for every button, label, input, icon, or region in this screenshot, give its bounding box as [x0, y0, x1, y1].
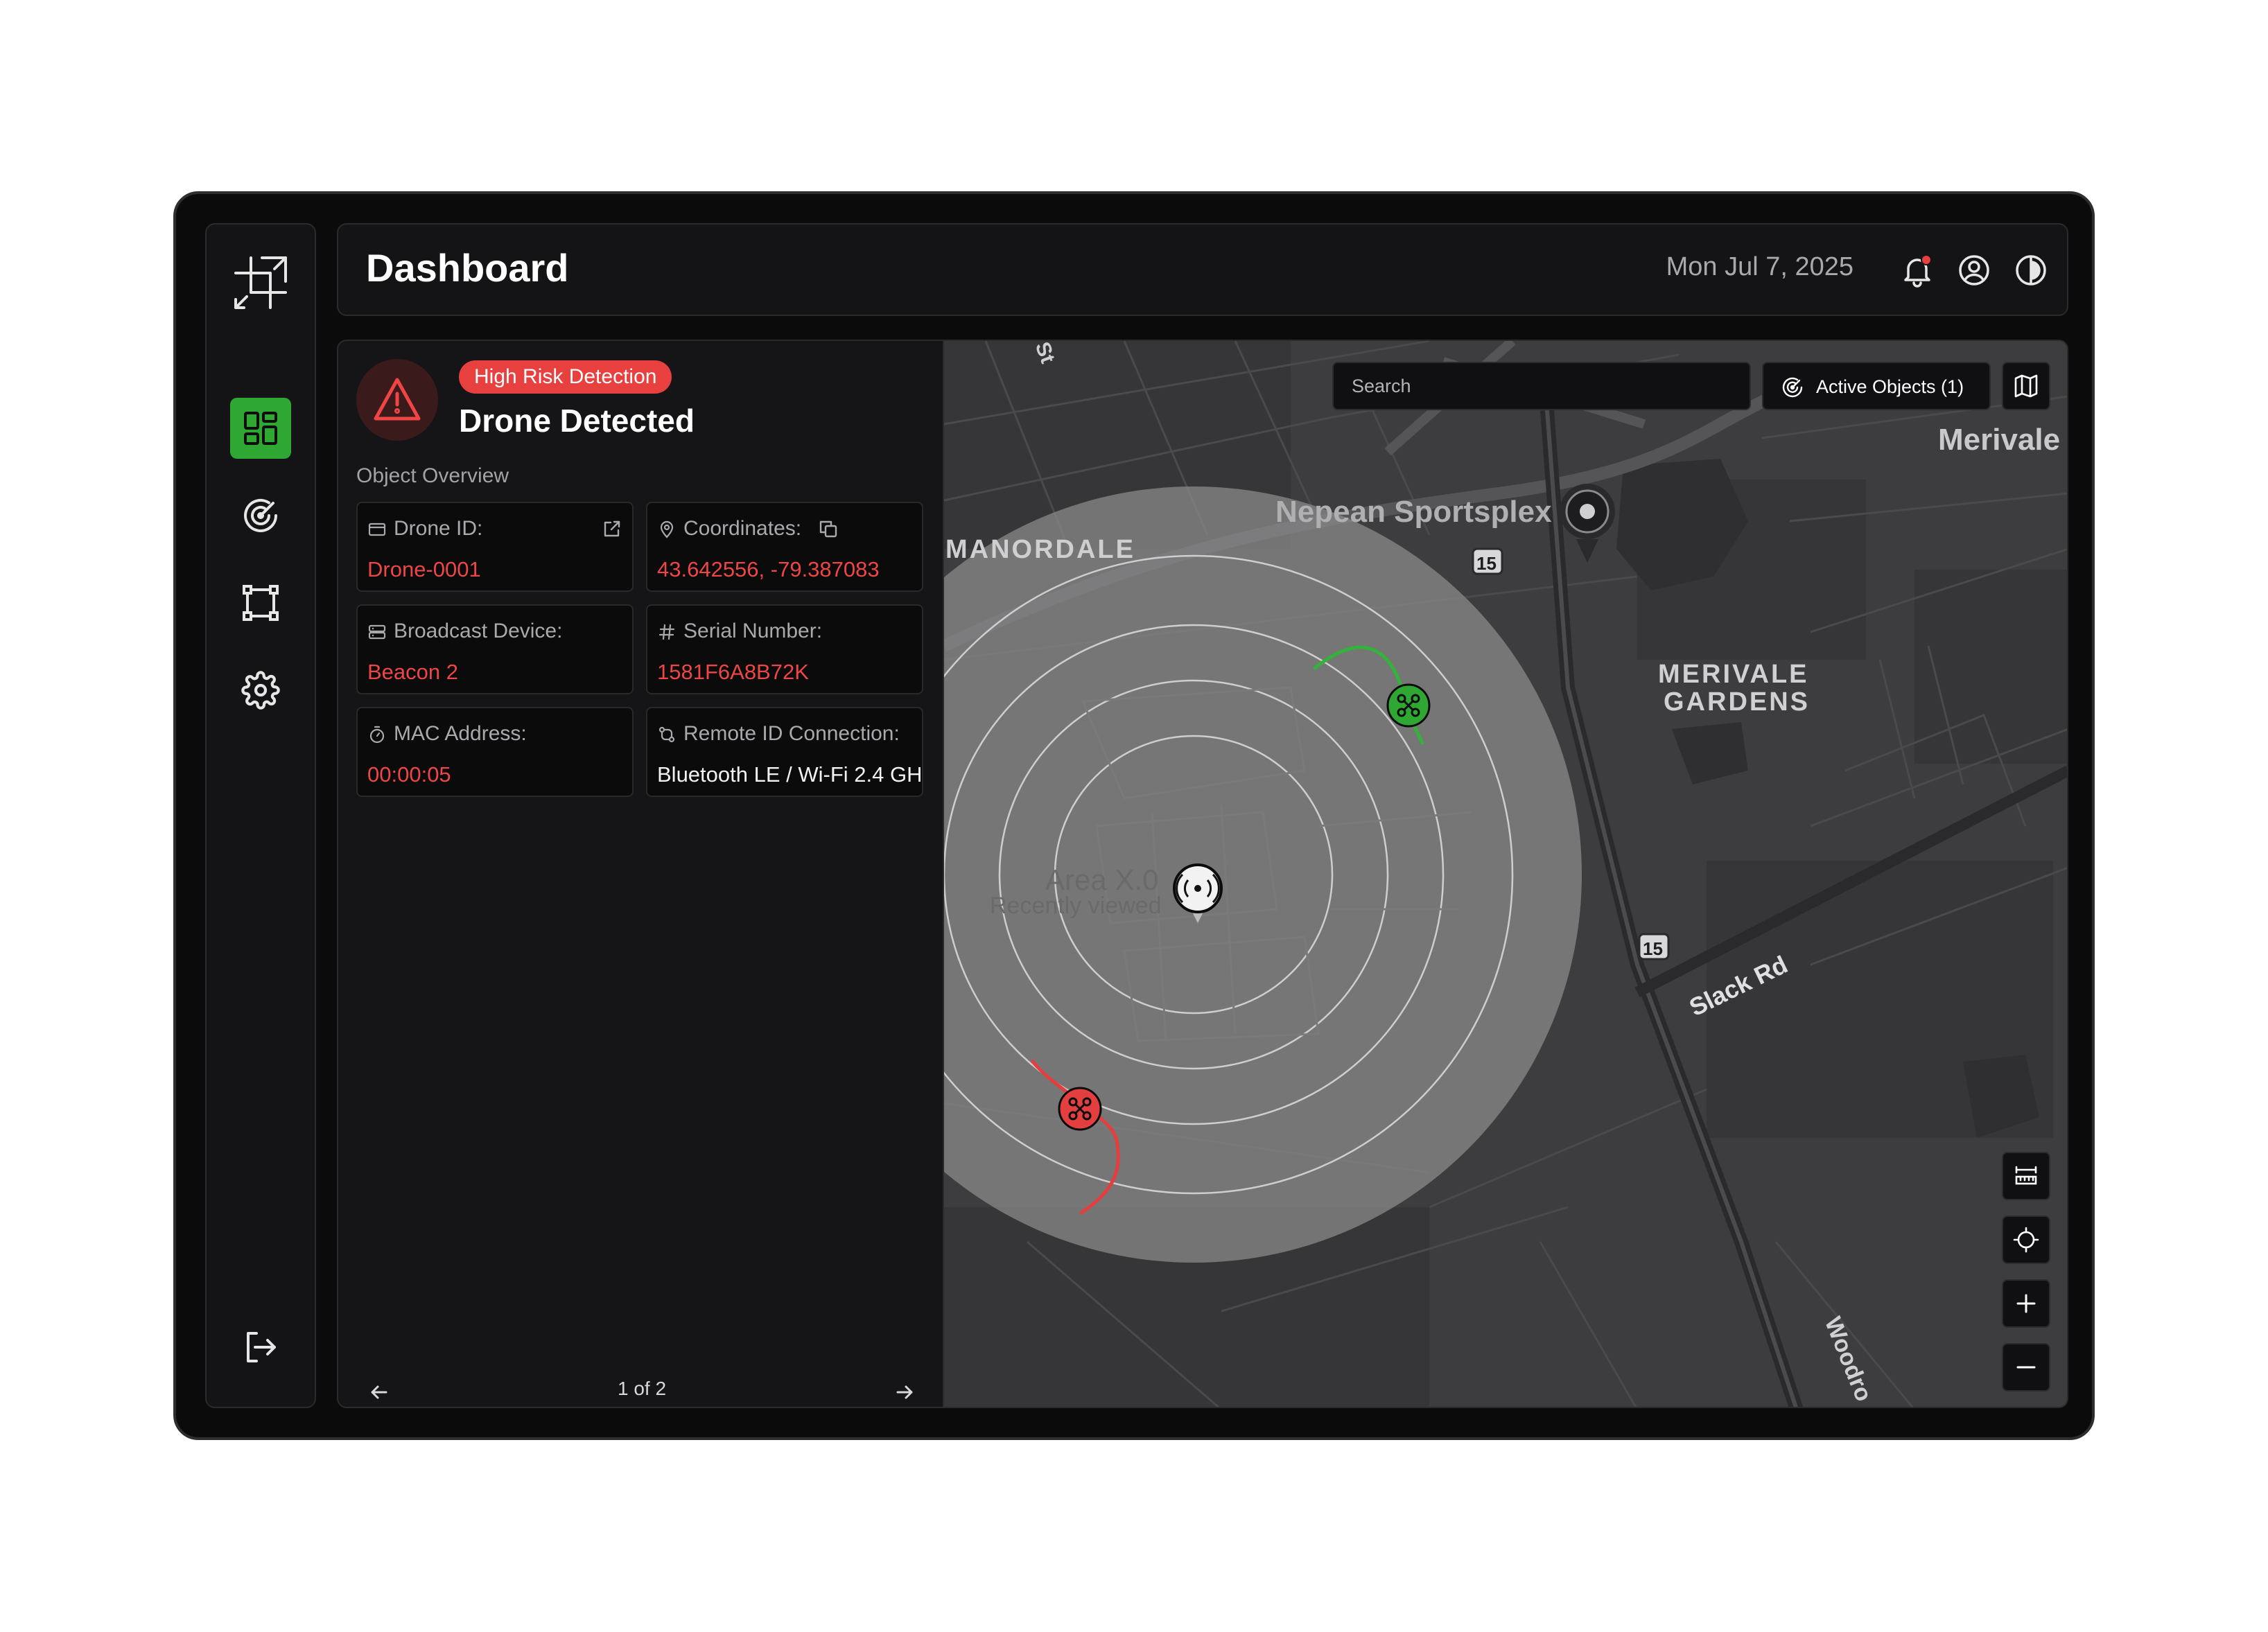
- minus-icon: [2016, 1366, 2036, 1369]
- external-link-icon[interactable]: [602, 518, 622, 539]
- bounding-box-icon: [243, 585, 279, 621]
- route-shield-label-2: 15: [1643, 938, 1663, 959]
- risk-level-badge: High Risk Detection: [459, 360, 672, 394]
- serial-number-value: 1581F6A8B72K: [657, 660, 809, 684]
- dashboard-icon: [244, 412, 277, 445]
- device-frame: Dashboard Mon Jul 7, 2025 High Risk Dete…: [173, 191, 2095, 1440]
- logout-button[interactable]: [230, 1317, 291, 1378]
- map-label-merivale-e: Merivale E: [1938, 423, 2067, 457]
- detection-panel: High Risk Detection Drone Detected Objec…: [337, 340, 944, 1408]
- broadcast-device-card: Broadcast Device: Beacon 2: [356, 604, 634, 694]
- hash-icon: [658, 624, 675, 640]
- drone-marker-red: [1058, 1087, 1102, 1131]
- location-pin-icon: [660, 520, 674, 538]
- map-label-manordale: MANORDALE: [945, 535, 1135, 564]
- sidebar-item-radar[interactable]: [230, 485, 291, 546]
- timer-icon: [369, 726, 385, 744]
- theme-toggle-icon[interactable]: [2013, 252, 2049, 288]
- id-card-icon: [368, 523, 386, 536]
- header-date: Mon Jul 7, 2025: [1666, 252, 1853, 281]
- object-overview-label: Object Overview: [356, 464, 509, 487]
- map-search-input[interactable]: [1332, 362, 1751, 410]
- map-label-nepean: Nepean Sportsplex: [1275, 495, 1552, 529]
- map-label-recently-viewed: Recently viewed: [990, 893, 1162, 919]
- ruler-icon: [2015, 1166, 2037, 1185]
- copy-icon[interactable]: [818, 518, 839, 539]
- crosshair-icon: [2013, 1227, 2039, 1253]
- location-pin-marker: [1560, 484, 1615, 563]
- map-layers-button[interactable]: [2002, 362, 2050, 410]
- drone-id-value: Drone-0001: [367, 557, 481, 581]
- route-shield-label: 15: [1476, 553, 1497, 574]
- drone-id-label: Drone ID:: [394, 517, 483, 540]
- map-icon: [2014, 374, 2038, 398]
- detection-title: Drone Detected: [459, 403, 695, 439]
- map-view[interactable]: Merivale E Nepean Sportsplex MANORDALE M…: [944, 340, 2068, 1408]
- gear-icon: [241, 671, 280, 710]
- mac-address-card: MAC Address: 00:00:05: [356, 707, 634, 797]
- user-profile-icon[interactable]: [1956, 252, 1992, 288]
- sidebar-item-dashboard[interactable]: [230, 398, 291, 459]
- radar-icon: [244, 498, 277, 532]
- notification-bell-icon[interactable]: [1899, 252, 1935, 288]
- active-objects-label: Active Objects (1): [1816, 376, 1964, 397]
- radar-icon: [1782, 377, 1803, 398]
- drone-id-card: Drone ID: Drone-0001: [356, 502, 634, 592]
- warning-triangle-icon: [356, 359, 438, 441]
- remote-id-label: Remote ID Connection:: [683, 722, 900, 745]
- measure-button[interactable]: [2002, 1152, 2050, 1200]
- serial-number-card: Serial Number: 1581F6A8B72K: [646, 604, 923, 694]
- sidebar-item-settings[interactable]: [230, 660, 291, 721]
- map-label-merivale-gardens-2: GARDENS: [1664, 687, 1811, 717]
- broadcast-device-value: Beacon 2: [367, 660, 458, 684]
- pager-indicator: 1 of 2: [617, 1378, 667, 1399]
- zoom-out-button[interactable]: [2002, 1343, 2050, 1392]
- remote-id-card: Remote ID Connection: Bluetooth LE / Wi-…: [646, 707, 923, 797]
- zoom-in-button[interactable]: [2002, 1279, 2050, 1328]
- drone-marker-green: [1386, 683, 1431, 728]
- connection-icon: [658, 726, 675, 743]
- remote-id-value: Bluetooth LE / Wi-Fi 2.4 GH: [657, 762, 923, 787]
- crop-logo-icon: [230, 252, 291, 313]
- sidebar: [205, 223, 316, 1408]
- arrow-right-icon[interactable]: [893, 1380, 916, 1404]
- plus-icon: [2016, 1294, 2036, 1313]
- logout-icon: [247, 1332, 276, 1362]
- map-label-area: Area X.0: [1045, 863, 1159, 896]
- top-header: Dashboard Mon Jul 7, 2025: [337, 223, 2068, 316]
- coordinates-card: Coordinates: 43.642556, -79.387083: [646, 502, 923, 592]
- coordinates-label: Coordinates:: [683, 517, 802, 540]
- sidebar-item-bounding-box[interactable]: [230, 572, 291, 633]
- server-icon: [368, 624, 386, 640]
- active-objects-button[interactable]: Active Objects (1): [1762, 362, 1991, 410]
- serial-number-label: Serial Number:: [683, 620, 823, 642]
- broadcast-device-label: Broadcast Device:: [394, 620, 563, 642]
- coordinates-value: 43.642556, -79.387083: [657, 557, 880, 581]
- mac-address-label: MAC Address:: [394, 722, 527, 745]
- locate-button[interactable]: [2002, 1216, 2050, 1264]
- page-title: Dashboard: [366, 246, 569, 290]
- mac-address-value: 00:00:05: [367, 762, 451, 787]
- map-label-merivale-gardens-1: MERIVALE: [1658, 660, 1809, 689]
